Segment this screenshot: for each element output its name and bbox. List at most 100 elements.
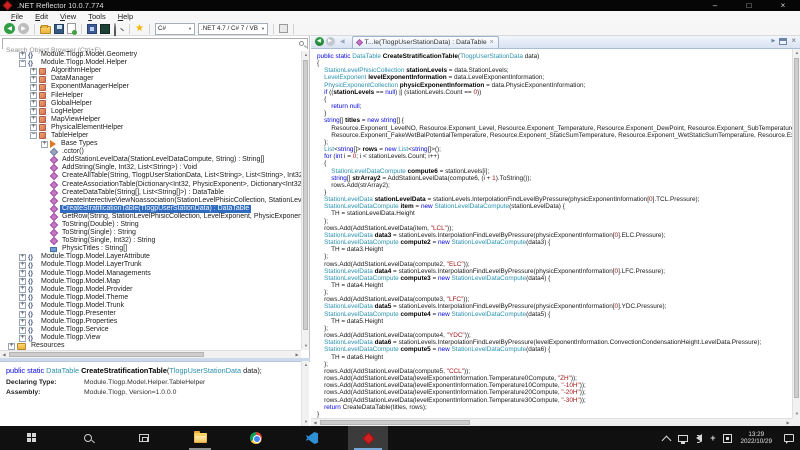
tree-item[interactable]: +GlobalHelper — [0, 100, 301, 108]
tree-item[interactable]: +FileHelper — [0, 91, 301, 99]
expander-icon[interactable]: + — [30, 84, 37, 91]
start-button[interactable] — [12, 426, 52, 450]
tree-item[interactable]: .cctor() — [0, 148, 301, 156]
expander-icon[interactable]: + — [19, 335, 26, 342]
code-horizontal-scrollbar[interactable]: ◀ ▶ — [311, 418, 792, 426]
tree-item[interactable]: ToString(Double) : String — [0, 221, 301, 229]
expander-icon[interactable]: + — [30, 116, 37, 123]
tree-item[interactable]: +PhysicalElementHelper — [0, 124, 301, 132]
new-window-icon[interactable] — [779, 38, 787, 45]
tree-item[interactable]: +{}Module.Tlogp.Model.Map — [0, 278, 301, 286]
language-select[interactable]: C#▼ — [155, 23, 195, 35]
tree-item[interactable]: +{}Module.Tlogp.Model.LayerTrunk — [0, 261, 301, 269]
expander-icon[interactable]: + — [30, 108, 37, 115]
menu-tools[interactable]: Tools — [82, 11, 112, 22]
tree-item[interactable]: AddStationLevelData(StationLevelDataComp… — [0, 156, 301, 164]
expander-icon[interactable]: + — [19, 319, 26, 326]
tree-item[interactable]: ToString(Single) : String — [0, 229, 301, 237]
taskbar-search-button[interactable] — [68, 426, 108, 450]
expander-icon[interactable]: + — [19, 302, 26, 309]
menu-help[interactable]: Help — [112, 11, 139, 22]
menu-file[interactable]: File — [5, 11, 29, 22]
tree-item[interactable]: CreateInterectiveViewNoassociation(Stati… — [0, 197, 301, 205]
expander-icon[interactable]: + — [19, 254, 26, 261]
tree-item[interactable]: CreateDataTable(String[], List<String[]>… — [0, 189, 301, 197]
tab-scroll-right-icon[interactable]: ▶ — [771, 38, 775, 44]
tree-item[interactable]: +{}Module.Tlogp.Model.Trunk — [0, 302, 301, 310]
tree-item[interactable]: +{}Module.Tlogp.Model.Provider — [0, 286, 301, 294]
reflector-taskbar-button[interactable] — [348, 426, 388, 450]
input-indicator-icon[interactable]: + — [710, 434, 715, 443]
expander-icon[interactable]: + — [19, 270, 26, 277]
expander-icon[interactable]: + — [19, 294, 26, 301]
pane-close-icon[interactable]: × — [791, 36, 796, 46]
tree-item[interactable]: +{}Module.Tlogp.Model.Theme — [0, 294, 301, 302]
tree-item[interactable]: +DataManager — [0, 75, 301, 83]
expander-icon[interactable]: + — [19, 262, 26, 269]
expander-icon[interactable]: − — [19, 60, 26, 67]
framework-select[interactable]: .NET 4.7 / C# 7 / VB▼ — [198, 23, 268, 35]
tree-item[interactable]: ToString(Single, Int32) : String — [0, 237, 301, 245]
tree-vertical-scrollbar[interactable]: ▲ ▼ — [301, 51, 309, 350]
chrome-button[interactable] — [236, 426, 276, 450]
ime-icon[interactable] — [723, 434, 732, 443]
back-icon[interactable]: ◀ — [4, 23, 15, 34]
tree-item[interactable]: CreateAssociationTable(Dictionary<Int32,… — [0, 181, 301, 189]
tree-item[interactable]: +ExponentManagerHelper — [0, 83, 301, 91]
expander-icon[interactable]: + — [41, 141, 48, 148]
expander-icon[interactable]: + — [19, 311, 26, 318]
tree-item[interactable]: +{}Module.Tlogp.Model.LayerAttribute — [0, 253, 301, 261]
code-vertical-scrollbar[interactable]: ▲ ▼ — [792, 49, 800, 418]
tree-item[interactable]: +{}Module.Tlogp.Properties — [0, 318, 301, 326]
signature-scrollbar[interactable]: ▲ ▼ — [301, 361, 309, 426]
save-icon[interactable] — [54, 24, 64, 34]
tree-item[interactable]: PhysicTitles : String[] — [0, 245, 301, 253]
tree-item[interactable]: CreateStratificationTable(TlogpUserStati… — [0, 205, 301, 213]
action-center-icon[interactable] — [784, 434, 794, 442]
expander-icon[interactable]: + — [19, 278, 26, 285]
menu-edit[interactable]: Edit — [29, 11, 54, 22]
tree-item[interactable]: +{}Module.Tlogp.Service — [0, 326, 301, 334]
expander-icon[interactable]: + — [30, 92, 37, 99]
open-icon[interactable] — [40, 26, 51, 34]
forward-icon[interactable]: ▶ — [18, 23, 29, 34]
taskbar-clock[interactable]: 13:29 2022/10/29 — [740, 431, 772, 446]
expander-icon[interactable]: + — [30, 76, 37, 83]
expander-icon[interactable]: + — [30, 68, 37, 75]
tab-createstratificationtable[interactable]: T...le(TlogpUserStationData) : DataTable… — [352, 36, 499, 48]
declaring-type-value[interactable]: Module.Tlogp.Model.Helper.TableHelper — [84, 379, 205, 386]
options-icon[interactable] — [279, 24, 288, 33]
tree-item[interactable]: +AlgorithmHelper — [0, 67, 301, 75]
vscode-button[interactable] — [292, 426, 332, 450]
tab-close-icon[interactable]: × — [490, 38, 494, 48]
tree-item[interactable]: GetRow(String, StationLevelPhisicCollect… — [0, 213, 301, 221]
expander-icon[interactable]: − — [30, 132, 37, 139]
expander-icon[interactable]: + — [8, 343, 15, 350]
tray-expand-icon[interactable] — [662, 435, 672, 445]
tree-item[interactable]: +LogHelper — [0, 108, 301, 116]
expander-icon[interactable]: + — [30, 124, 37, 131]
expander-icon[interactable]: + — [19, 52, 26, 59]
tree-horizontal-scrollbar[interactable]: ◀ ▶ — [0, 350, 301, 358]
expander-icon[interactable]: + — [19, 327, 26, 334]
export-icon[interactable] — [67, 23, 76, 34]
tab-scroll-left-icon[interactable]: ◀ — [340, 36, 345, 48]
tree-item[interactable]: +{}Module.Tlogp.Model.Managements — [0, 270, 301, 278]
display-icon[interactable] — [678, 435, 688, 442]
tree-item[interactable]: AddString(Single, Int32, List<String>) :… — [0, 164, 301, 172]
nav-forward-icon[interactable]: ▶ — [326, 37, 335, 46]
expander-icon[interactable]: + — [30, 100, 37, 107]
tree-item[interactable]: −{}Module.Tlogp.Model.Helper — [0, 59, 301, 67]
file-explorer-button[interactable] — [180, 426, 220, 450]
close-icon[interactable]: × — [766, 0, 800, 11]
nav-back-icon[interactable]: ◀ — [315, 37, 324, 46]
tree-item[interactable]: +{}Module.Tlogp.Presenter — [0, 310, 301, 318]
analyzer-icon[interactable] — [100, 24, 110, 34]
assembly-browser-icon[interactable] — [87, 24, 97, 34]
tree-item[interactable]: +MapViewHelper — [0, 116, 301, 124]
favorites-icon[interactable]: ★ — [135, 23, 144, 34]
task-view-button[interactable] — [124, 426, 164, 450]
menu-view[interactable]: View — [54, 11, 82, 22]
expander-icon[interactable]: + — [19, 286, 26, 293]
tree-item[interactable]: CreateAllTable(String, TlogpUserStationD… — [0, 172, 301, 180]
